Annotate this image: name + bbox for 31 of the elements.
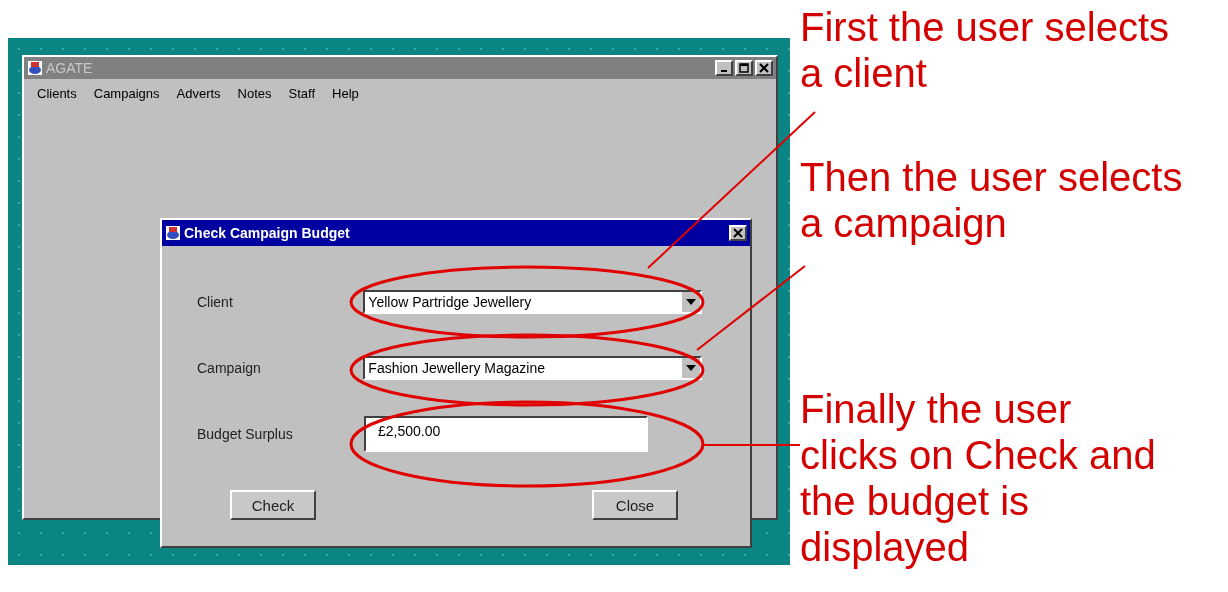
field-label: Campaign: [197, 360, 262, 376]
menu-item[interactable]: Staff: [288, 86, 316, 101]
caret-icon: [686, 299, 696, 305]
close-icon: [759, 63, 769, 73]
window-title: Check Campaign Budget: [184, 225, 350, 241]
menu-item[interactable]: Notes: [237, 86, 272, 101]
annotation-text: First the user selects a client: [800, 4, 1170, 96]
menu-item[interactable]: Campaigns: [93, 86, 160, 101]
dropdown[interactable]: Fashion Jewellery Magazine: [363, 356, 702, 380]
close-icon: [733, 228, 743, 238]
menu-item[interactable]: Help: [332, 86, 359, 101]
input-field[interactable]: £2,500.00: [364, 416, 648, 452]
field-label: Budget Surplus: [197, 426, 294, 442]
field-label: Client: [197, 294, 234, 310]
close-button[interactable]: [729, 225, 747, 241]
annotation-text: Finally the user clicks on Check and the budget is displayed: [800, 386, 1157, 570]
dropdown[interactable]: Yellow Partridge Jewellery: [363, 290, 702, 314]
minimize-icon: [721, 70, 727, 72]
maximize-button[interactable]: [735, 60, 753, 76]
app-icon: [165, 225, 181, 241]
maximize-icon: [739, 63, 749, 73]
app-icon: [27, 60, 43, 76]
dialog-button[interactable]: Close: [592, 490, 678, 520]
menu-item[interactable]: Clients: [37, 86, 77, 101]
dialog-button[interactable]: Check: [230, 490, 316, 520]
menu-item[interactable]: Adverts: [176, 86, 221, 101]
minimize-button[interactable]: [715, 60, 733, 76]
close-button[interactable]: [755, 60, 773, 76]
window-title: AGATE: [46, 60, 93, 76]
caret-icon: [686, 365, 696, 371]
annotation-text: Then the user selects a campaign: [800, 154, 1184, 246]
